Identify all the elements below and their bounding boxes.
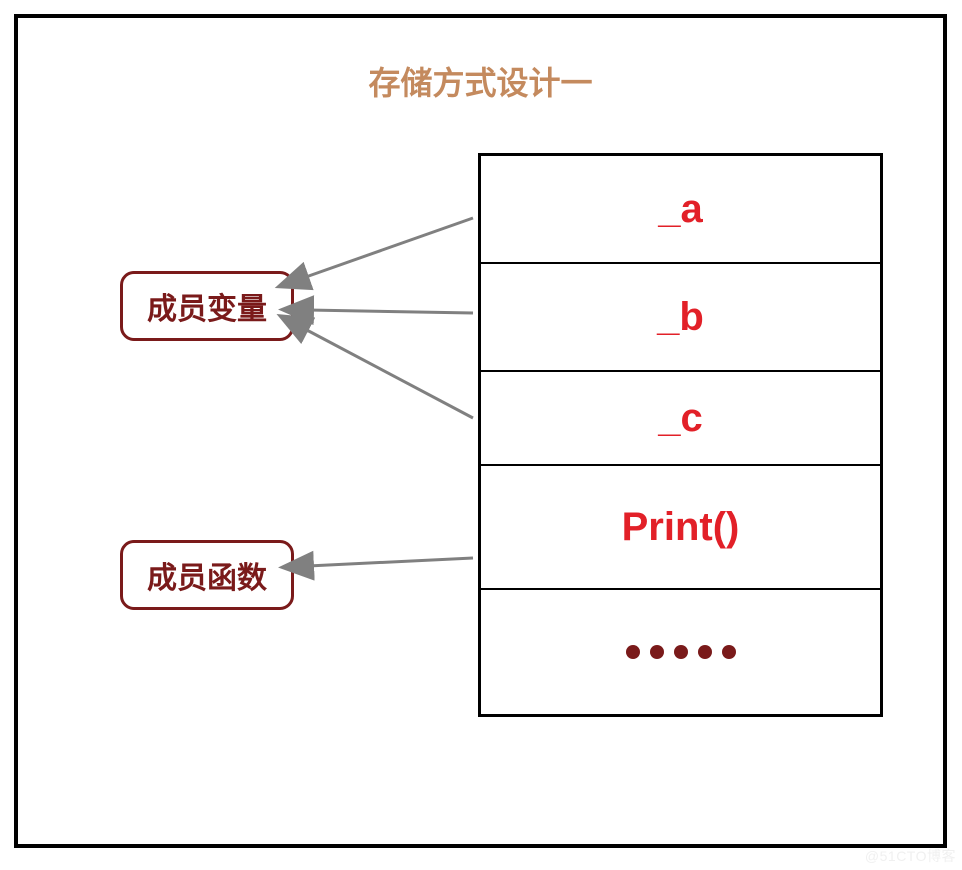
arrow-c-to-var <box>303 328 473 418</box>
member-variable-label: 成员变量 <box>120 271 294 341</box>
cell-b: _b <box>481 264 880 372</box>
dot <box>650 645 664 659</box>
dot <box>722 645 736 659</box>
diagram-frame: 存储方式设计一 成员变量 成员函数 _a _b _c Print() <box>14 14 947 848</box>
arrow-b-to-var <box>308 310 473 313</box>
member-function-label: 成员函数 <box>120 540 294 610</box>
cell-ellipsis <box>481 590 880 714</box>
class-storage-box: _a _b _c Print() <box>478 153 883 717</box>
cell-a: _a <box>481 156 880 264</box>
diagram-title: 存储方式设计一 <box>18 58 943 104</box>
cell-print: Print() <box>481 466 880 590</box>
arrow-print-to-func <box>308 558 473 566</box>
arrow-a-to-var <box>303 218 473 278</box>
cell-c: _c <box>481 372 880 466</box>
dot <box>626 645 640 659</box>
watermark: @51CTO博客 <box>865 846 956 866</box>
ellipsis-dots <box>626 645 736 659</box>
dot <box>698 645 712 659</box>
dot <box>674 645 688 659</box>
